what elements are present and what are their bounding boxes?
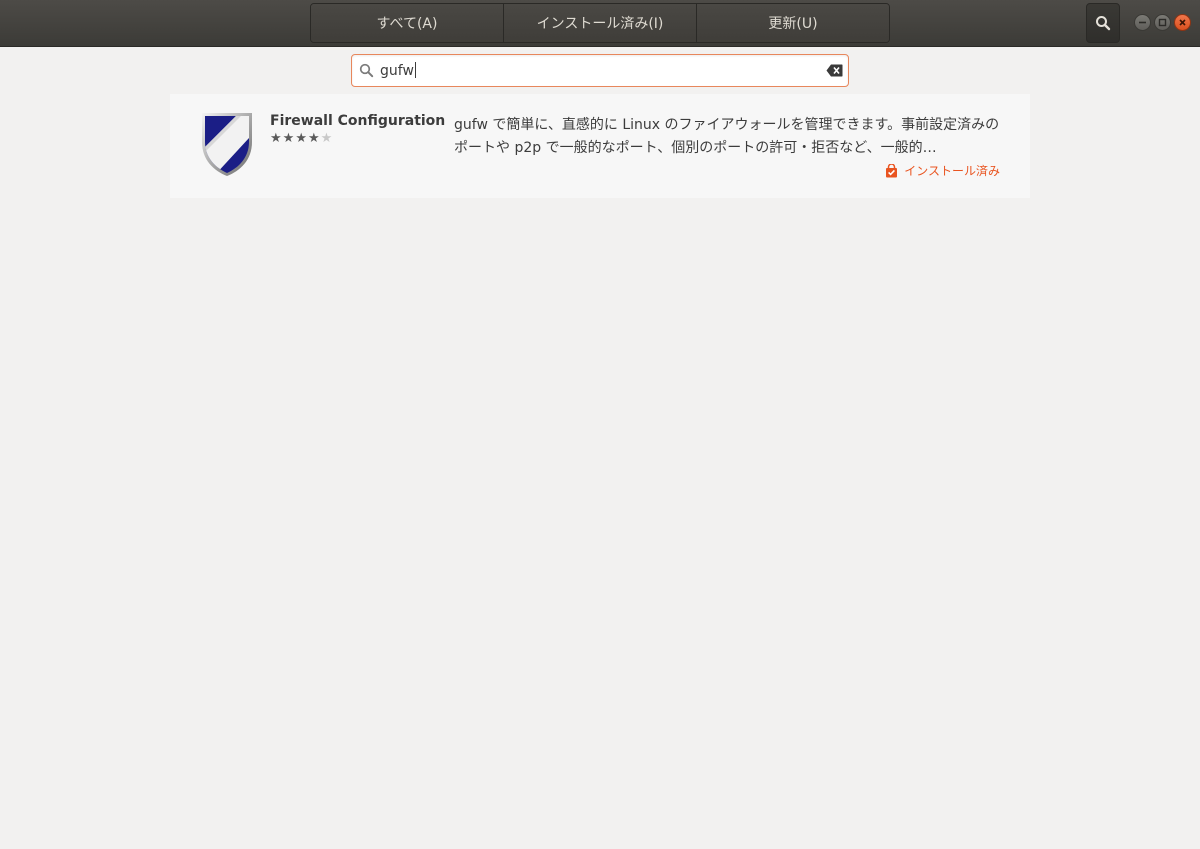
app-description: gufw で簡単に、直感的に Linux のファイアウォールを管理できます。事前… [454, 117, 1000, 156]
magnifier-icon [1096, 16, 1111, 31]
star-filled-icon: ★ [270, 131, 283, 146]
shield-icon [202, 113, 252, 176]
star-empty-icon: ★ [320, 131, 334, 146]
view-switcher: すべて(A) インストール済み(I) 更新(U) [310, 3, 890, 43]
maximize-icon [1158, 18, 1167, 27]
search-input[interactable]: gufw [351, 54, 849, 87]
search-query-wrap: gufw [380, 62, 416, 79]
backspace-clear-icon[interactable] [826, 64, 843, 77]
installed-status: インストール済み [885, 162, 1000, 179]
header-bar: すべて(A) インストール済み(I) 更新(U) [0, 0, 1200, 47]
search-toggle-button[interactable] [1086, 3, 1120, 43]
search-result-item[interactable]: Firewall Configuration ★★★★★ gufw で簡単に、直… [170, 94, 1030, 198]
tab-installed[interactable]: インストール済み(I) [504, 4, 697, 42]
window-controls [1134, 14, 1191, 31]
maximize-button[interactable] [1154, 14, 1171, 31]
rating-stars: ★★★★★ [270, 131, 333, 146]
installed-label: インストール済み [904, 164, 1000, 178]
minimize-button[interactable] [1134, 14, 1151, 31]
text-caret [414, 62, 416, 78]
close-button[interactable] [1174, 14, 1191, 31]
minimize-icon [1139, 21, 1146, 24]
search-query: gufw [380, 63, 414, 79]
close-icon [1179, 19, 1186, 26]
tab-updates[interactable]: 更新(U) [697, 4, 889, 42]
installed-bag-icon [886, 163, 898, 177]
app-name: Firewall Configuration [270, 113, 446, 129]
star-filled-icon: ★ [295, 131, 308, 146]
search-icon [359, 63, 374, 78]
star-filled-icon: ★ [282, 131, 296, 146]
tab-all[interactable]: すべて(A) [311, 4, 504, 42]
star-filled-icon: ★ [307, 131, 321, 146]
